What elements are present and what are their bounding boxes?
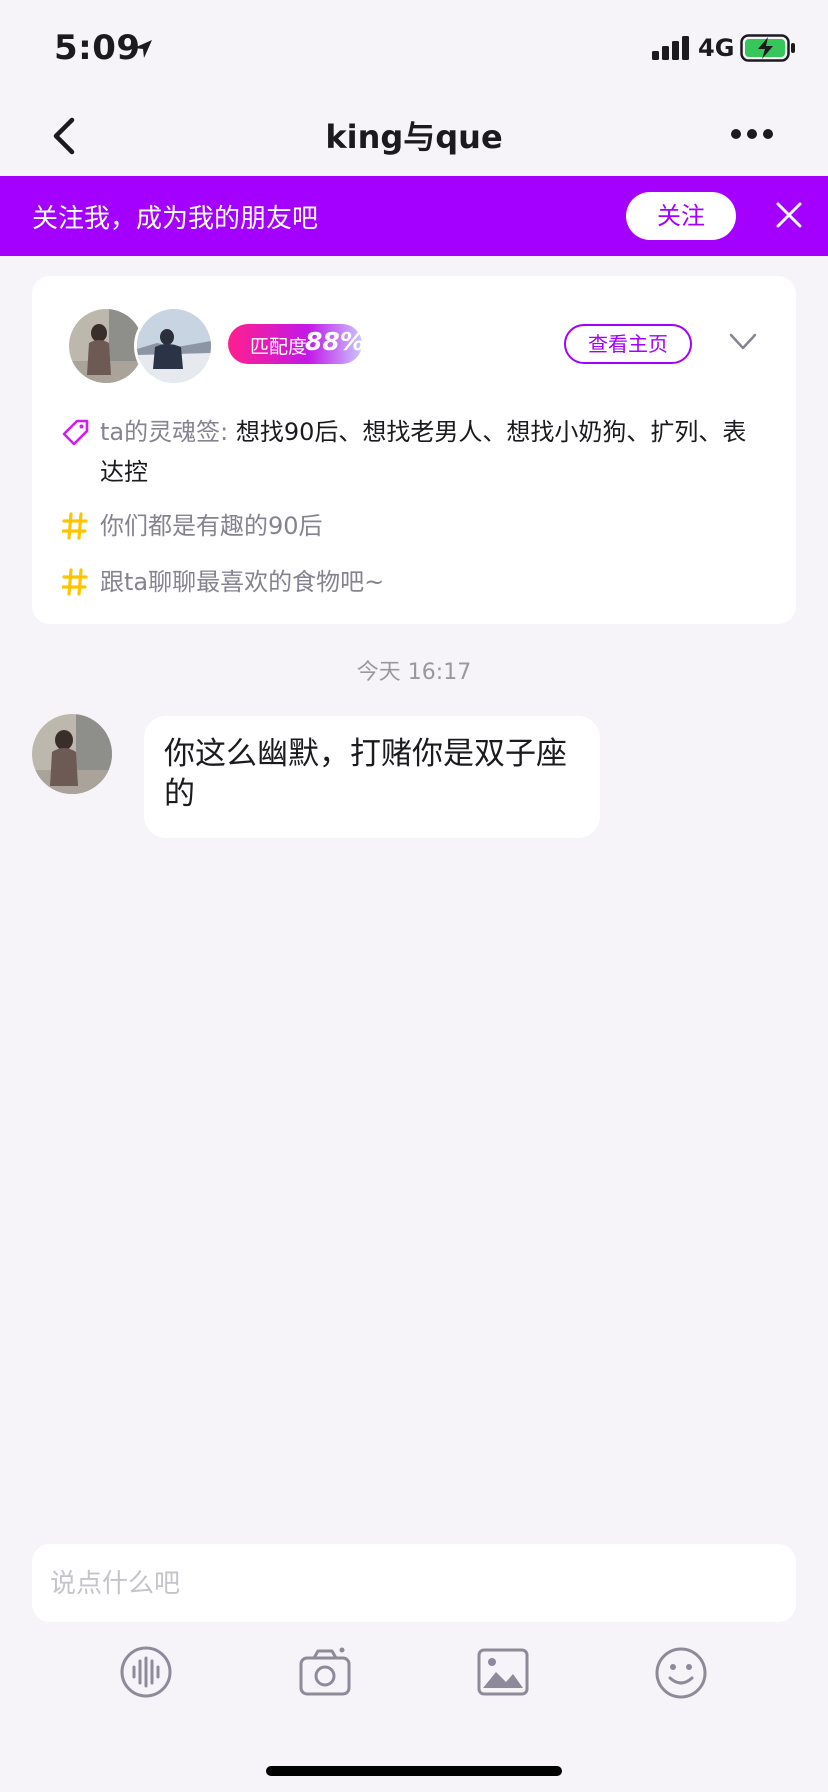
match-value: 88% (305, 327, 365, 356)
close-icon[interactable] (774, 200, 804, 230)
profile-match-card: 匹配度 88% 查看主页 ta的灵魂签: 想找90后、想找老男人、想找小奶狗、扩… (32, 276, 796, 624)
more-options-icon[interactable] (730, 126, 774, 142)
match-badge: 匹配度 88% (228, 324, 365, 364)
home-indicator[interactable] (266, 1766, 562, 1776)
location-arrow-icon (134, 40, 152, 58)
soul-tag-label: ta的灵魂签: (100, 418, 236, 446)
image-icon[interactable] (476, 1646, 530, 1698)
avatar-self[interactable] (134, 306, 214, 386)
common-tag-text: 你们都是有趣的90后 (100, 512, 323, 540)
cellular-signal-icon (652, 36, 689, 60)
match-label: 匹配度 (250, 336, 308, 358)
message-timestamp: 今天 16:17 (356, 660, 472, 685)
chevron-down-icon[interactable] (728, 332, 758, 352)
page-title: king与que (325, 118, 503, 156)
message-input-box[interactable] (32, 1544, 796, 1624)
message-bubble[interactable]: 你这么幽默，打赌你是双子座的 (144, 716, 600, 838)
follow-button[interactable]: 关注 (626, 192, 736, 240)
topic-tag-text: 跟ta聊聊最喜欢的食物吧~ (100, 568, 385, 596)
status-time: 5:09 (54, 28, 141, 68)
emoji-icon[interactable] (654, 1646, 708, 1700)
hashtag-icon (62, 512, 88, 540)
follow-banner: 关注我，成为我的朋友吧 关注 (0, 176, 828, 256)
view-homepage-button[interactable]: 查看主页 (564, 324, 692, 364)
message-avatar[interactable] (32, 714, 112, 794)
status-bar: 5:09 4G (0, 0, 828, 96)
network-type: 4G (698, 34, 735, 62)
soul-tag-text: ta的灵魂签: 想找90后、想找老男人、想找小奶狗、扩列、表达控 (100, 412, 760, 492)
hashtag-icon (62, 568, 88, 596)
message-input[interactable] (48, 1544, 782, 1624)
camera-icon[interactable] (298, 1646, 352, 1698)
nav-bar: king与que (0, 96, 828, 176)
message-text: 你这么幽默，打赌你是双子座的 (164, 736, 567, 812)
voice-icon[interactable] (120, 1646, 172, 1698)
follow-banner-text: 关注我，成为我的朋友吧 (32, 204, 319, 234)
battery-charging-icon (740, 34, 795, 62)
tag-icon (62, 419, 89, 446)
